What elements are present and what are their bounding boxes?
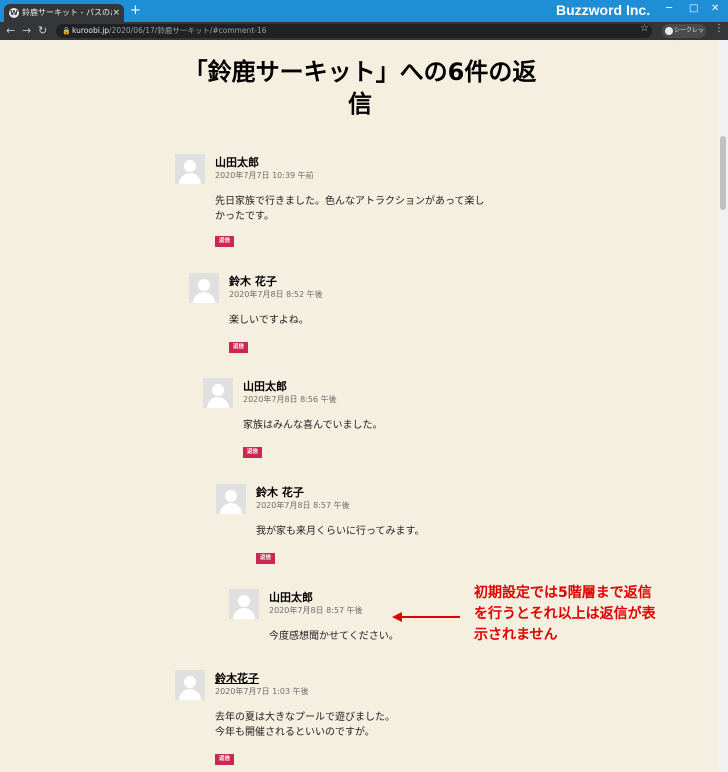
- brand-watermark: Buzzword Inc.: [556, 2, 651, 18]
- tab-close-icon[interactable]: ×: [112, 4, 120, 22]
- scrollbar-thumb[interactable]: [720, 136, 726, 210]
- incognito-label: シークレット: [674, 27, 705, 48]
- minimize-button[interactable]: ─: [666, 3, 672, 14]
- comment: 鈴木花子 2020年7月7日 1:03 午後 去年の夏は大きなプールで遊びました…: [175, 670, 475, 770]
- wordpress-icon: W: [9, 8, 19, 18]
- avatar: [203, 378, 233, 408]
- comment-text: 我が家も来月くらいに行ってみます。: [256, 526, 425, 537]
- avatar: [229, 589, 259, 619]
- comment-date[interactable]: 2020年7月7日 10:39 午前: [215, 170, 314, 181]
- browser-tab[interactable]: W 鈴鹿サーキット - パスのおでかけブログ ×: [4, 4, 124, 22]
- new-tab-button[interactable]: +: [130, 4, 141, 18]
- comment-date[interactable]: 2020年7月8日 8:57 午後: [256, 500, 350, 511]
- page-title: 「鈴鹿サーキット」への6件の返 信: [183, 58, 537, 118]
- avatar: [216, 484, 246, 514]
- url-host: kuroobi.jp: [72, 26, 110, 35]
- comment-date[interactable]: 2020年7月7日 1:03 午後: [215, 686, 309, 697]
- back-arrow-icon[interactable]: ←: [6, 23, 15, 39]
- kebab-menu-icon[interactable]: ⋮: [714, 23, 724, 34]
- comment-text: 今度感想聞かせてください。: [269, 631, 399, 642]
- incognito-badge[interactable]: シークレット: [662, 24, 706, 48]
- comment-author[interactable]: 鈴木 花子: [229, 273, 277, 289]
- comment-text: 先日家族で行きました。色んなアトラクションがあって楽し かったです。: [215, 196, 485, 222]
- comment-date[interactable]: 2020年7月8日 8:56 午後: [243, 394, 337, 405]
- avatar: [175, 154, 205, 184]
- comment: 山田太郎 2020年7月7日 10:39 午前 先日家族で行きました。色んなアト…: [175, 154, 515, 250]
- lock-icon: 🔒: [62, 27, 71, 35]
- url-path: /2020/06/17/鈴鹿サーキット/#comment-16: [109, 26, 267, 35]
- comment-author[interactable]: 山田太郎: [215, 154, 259, 170]
- browser-toolbar: ← → ↻ 🔒 kuroobi.jp/2020/06/17/鈴鹿サーキット/#c…: [0, 22, 728, 48]
- reply-button[interactable]: 返信: [215, 236, 234, 247]
- maximize-button[interactable]: □: [689, 3, 698, 14]
- address-bar[interactable]: 🔒 kuroobi.jp/2020/06/17/鈴鹿サーキット/#comment…: [56, 24, 652, 38]
- forward-arrow-icon[interactable]: →: [22, 23, 31, 39]
- comment: 鈴木 花子 2020年7月8日 8:57 午後 我が家も来月くらいに行ってみます…: [216, 484, 516, 566]
- reload-icon[interactable]: ↻: [38, 23, 47, 39]
- comment-author[interactable]: 山田太郎: [269, 589, 313, 605]
- avatar: [175, 670, 205, 700]
- comment: 鈴木 花子 2020年7月8日 8:52 午後 楽しいですよね。 返信: [189, 273, 489, 355]
- comment-date[interactable]: 2020年7月8日 8:52 午後: [229, 289, 323, 300]
- incognito-icon: [665, 27, 673, 35]
- comment-author-link[interactable]: 鈴木花子: [215, 670, 259, 686]
- bookmark-star-icon[interactable]: ☆: [640, 23, 649, 34]
- comment: 山田太郎 2020年7月8日 8:56 午後 家族はみんな喜んでいました。 返信: [203, 378, 503, 460]
- reply-button[interactable]: 返信: [256, 553, 275, 564]
- reply-button[interactable]: 返信: [243, 447, 262, 458]
- comment-date[interactable]: 2020年7月8日 8:57 午後: [269, 605, 363, 616]
- comment-author[interactable]: 山田太郎: [243, 378, 287, 394]
- annotation-arrow-icon: [392, 612, 460, 622]
- comment-text: 去年の夏は大きなプールで遊びました。 今年も開催されるといいのですが。: [215, 712, 395, 738]
- comment-text: 楽しいですよね。: [229, 315, 309, 326]
- tab-title: 鈴鹿サーキット - パスのおでかけブログ: [22, 8, 112, 17]
- reply-button[interactable]: 返信: [215, 754, 234, 765]
- annotation-callout: 初期設定では5階層まで返信 を行うとそれ以上は返信が表 示されません: [474, 585, 656, 643]
- avatar: [189, 273, 219, 303]
- comment-text: 家族はみんな喜んでいました。: [243, 420, 383, 431]
- reply-button[interactable]: 返信: [229, 342, 248, 353]
- window-close-button[interactable]: ✕: [711, 3, 719, 14]
- browser-titlebar: W 鈴鹿サーキット - パスのおでかけブログ × + Buzzword Inc.…: [0, 0, 728, 22]
- comment-author[interactable]: 鈴木 花子: [256, 484, 304, 500]
